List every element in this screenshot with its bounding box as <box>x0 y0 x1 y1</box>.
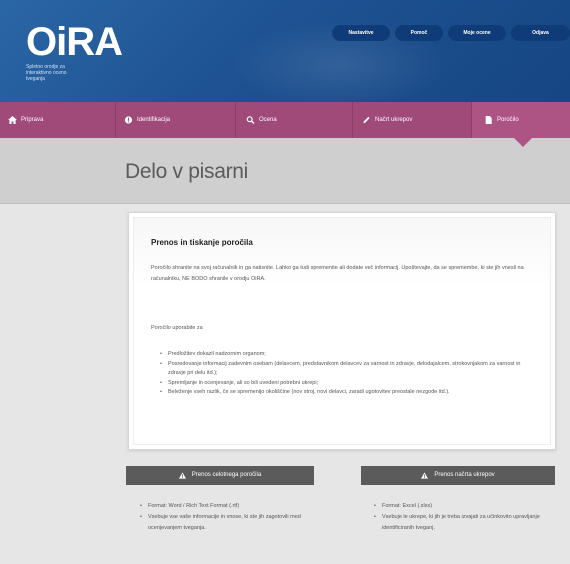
top-links: Nastavitve Pomoč Moje ocene Odjava <box>322 25 570 41</box>
oira-logo[interactable]: OiRA Spletno orodje za interaktivno ocen… <box>26 20 123 82</box>
button-label: Prenos načrta ukrepov <box>434 472 495 478</box>
nav-divider <box>235 102 236 138</box>
download-action-plan-button[interactable]: Prenos načrta ukrepov <box>361 466 555 485</box>
search-icon <box>246 116 255 124</box>
site-header: OiRA Spletno orodje za interaktivno ocen… <box>0 0 570 102</box>
nav-item-ocena[interactable]: Ocena <box>246 102 277 138</box>
settings-link[interactable]: Nastavitve <box>332 25 390 41</box>
nav-label: Priprava <box>21 117 44 123</box>
action-plan-details: Format: Excel (.xlsx) Vsebuje le ukrepe,… <box>374 501 554 534</box>
report-panel: Prenos in tiskanje poročila Poročilo shr… <box>128 212 556 450</box>
logout-link[interactable]: Odjava <box>511 25 570 41</box>
nav-label: Identifikacija <box>137 117 171 123</box>
nav-item-porocilo[interactable]: Poročilo <box>484 102 519 138</box>
nav-label: Poročilo <box>497 117 519 123</box>
list-item: Vsebuje vse vaše informacije in vnose, k… <box>140 512 320 534</box>
full-report-details: Format: Word / Rich Text Format (.rtf) V… <box>140 501 320 534</box>
download-full-report-button[interactable]: Prenos celotnega poročila <box>126 466 314 485</box>
list-item: Format: Word / Rich Text Format (.rtf) <box>140 501 320 512</box>
nav-item-nacrt-ukrepov[interactable]: Načrt ukrepov <box>362 102 412 138</box>
nav-label: Ocena <box>259 117 277 123</box>
report-panel-inner: Prenos in tiskanje poročila Poročilo shr… <box>133 217 551 445</box>
page-title-band <box>0 138 570 204</box>
panel-title: Prenos in tiskanje poročila <box>151 238 253 247</box>
help-link[interactable]: Pomoč <box>395 25 443 41</box>
my-assessments-link[interactable]: Moje ocene <box>448 25 506 41</box>
list-item: Format: Excel (.xlsx) <box>374 501 554 512</box>
button-label: Prenos celotnega poročila <box>191 472 262 478</box>
pencil-icon <box>363 116 370 124</box>
warning-icon <box>178 472 186 479</box>
logo-subtitle: Spletno orodje za interaktivno oceno tve… <box>26 64 67 82</box>
active-tab-pointer <box>514 138 532 147</box>
list-item: Posredovanje informacij zadevnim osebam … <box>160 360 538 379</box>
alert-icon <box>124 116 133 124</box>
nav-item-priprava[interactable]: Priprava <box>8 102 43 138</box>
list-item: Predložitev dokazil nadzornim organom; <box>160 350 538 360</box>
usage-list: Predložitev dokazil nadzornim organom; P… <box>160 350 538 398</box>
page-title: Delo v pisarni <box>125 160 249 183</box>
document-icon <box>485 116 492 124</box>
panel-intro-text: Poročilo shranite na svoj računalnik in … <box>151 265 524 282</box>
nav-item-identifikacija[interactable]: Identifikacija <box>124 102 170 138</box>
home-icon <box>8 116 17 124</box>
warning-icon <box>421 472 429 479</box>
main-nav: Priprava Identifikacija Ocena Načrt ukre… <box>0 102 570 138</box>
divider <box>0 203 570 204</box>
list-item: Spremljanje in ocenjevanje, ali so bili … <box>160 379 538 389</box>
nav-divider <box>115 102 116 138</box>
nav-divider <box>471 102 472 138</box>
logo-text: OiRA <box>26 20 123 64</box>
panel-usage-text: Poročilo uporabite za <box>151 325 203 331</box>
nav-divider <box>352 102 353 138</box>
nav-label: Načrt ukrepov <box>375 117 413 123</box>
list-item: Vsebuje le ukrepe, ki jih je treba izvaj… <box>374 512 554 534</box>
list-item: Beleženje vseh razlik, če se spremenijo … <box>160 388 538 398</box>
